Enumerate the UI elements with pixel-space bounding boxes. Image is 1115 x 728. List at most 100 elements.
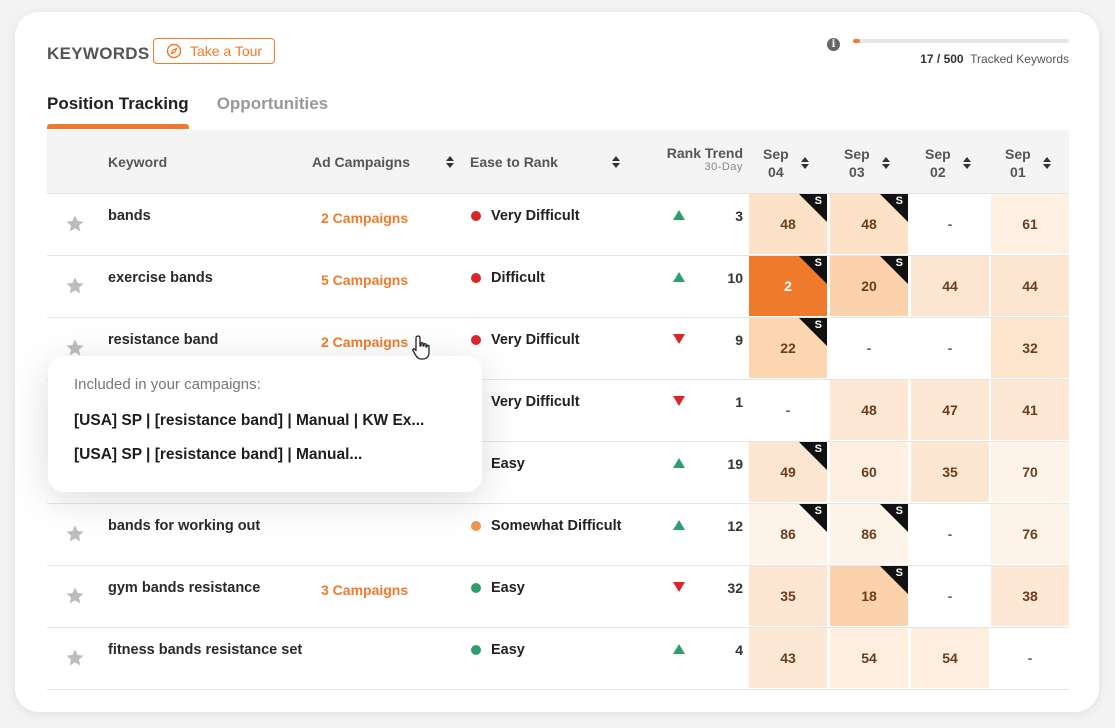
rank-value: 35 bbox=[780, 588, 796, 604]
ease-dot-icon bbox=[471, 335, 481, 345]
rank-cell[interactable]: 70 bbox=[991, 442, 1069, 502]
rank-value: 76 bbox=[1022, 526, 1038, 542]
rank-value: 2 bbox=[784, 278, 792, 294]
sponsored-badge bbox=[880, 504, 908, 532]
trend-value: 19 bbox=[727, 456, 743, 472]
rank-cell[interactable]: - bbox=[911, 504, 989, 564]
rank-value: - bbox=[785, 402, 791, 418]
rank-cell[interactable]: 32 bbox=[991, 318, 1069, 378]
rank-cell[interactable]: 44 bbox=[911, 256, 989, 316]
sort-icon[interactable] bbox=[611, 156, 620, 168]
rank-trend-sub-label: 30-Day bbox=[704, 161, 743, 173]
rank-cell[interactable]: 54 bbox=[911, 628, 989, 688]
sort-icon[interactable] bbox=[800, 157, 809, 169]
table-row[interactable]: gym bands resistance 3 Campaigns Easy 32 35 1… bbox=[47, 566, 1069, 628]
table-row[interactable]: exercise bands 5 Campaigns Difficult 10 2 S 20… bbox=[47, 256, 1069, 318]
table-row[interactable]: fitness bands resistance set Easy 4 43 54 54 - bbox=[47, 628, 1069, 690]
star-icon[interactable] bbox=[65, 338, 85, 358]
star-icon[interactable] bbox=[65, 276, 85, 296]
rank-cell[interactable]: 48 S bbox=[749, 194, 827, 254]
take-a-tour-label: Take a Tour bbox=[189, 43, 263, 59]
table-row[interactable]: bands 2 Campaigns Very Difficult 3 48 S 48 S - 61 bbox=[47, 194, 1069, 256]
trend-up-icon bbox=[673, 272, 685, 282]
star-icon[interactable] bbox=[65, 214, 85, 234]
campaigns-link[interactable]: 2 Campaigns bbox=[321, 210, 408, 226]
rank-value: 44 bbox=[942, 278, 958, 294]
ad-campaigns-column-header[interactable]: Ad Campaigns bbox=[312, 154, 455, 170]
rank-cell[interactable]: 86 S bbox=[830, 504, 908, 564]
rank-cell[interactable]: - bbox=[830, 318, 908, 378]
rank-cell[interactable]: 20 S bbox=[830, 256, 908, 316]
tracked-count-label: Tracked Keywords bbox=[970, 52, 1069, 66]
date-column-header[interactable]: Sep 02 bbox=[925, 145, 971, 181]
trend-value: 3 bbox=[735, 208, 743, 224]
rank-cell[interactable]: 60 bbox=[830, 442, 908, 502]
table-row[interactable]: bands for working out Somewhat Difficult 1… bbox=[47, 504, 1069, 566]
sponsored-badge-letter: S bbox=[895, 567, 903, 579]
rank-cell[interactable]: 43 bbox=[749, 628, 827, 688]
rank-cell[interactable]: 2S bbox=[749, 256, 827, 316]
ease-column-header[interactable]: Ease to Rank bbox=[470, 154, 620, 170]
info-icon[interactable]: i bbox=[827, 38, 840, 51]
star-icon[interactable] bbox=[65, 586, 85, 606]
trend-value: 32 bbox=[727, 580, 743, 596]
ease-label: Difficult bbox=[491, 270, 545, 286]
campaigns-link[interactable]: 2 Campaigns bbox=[321, 334, 408, 350]
trend-up-icon bbox=[673, 520, 685, 530]
campaigns-link[interactable]: 3 Campaigns bbox=[321, 582, 408, 598]
rank-value: 48 bbox=[780, 216, 796, 232]
sponsored-badge bbox=[799, 194, 827, 222]
rank-cell[interactable]: 48 S bbox=[830, 194, 908, 254]
rank-cell[interactable]: 49 S bbox=[749, 442, 827, 502]
take-a-tour-button[interactable]: Take a Tour bbox=[153, 38, 275, 64]
rank-cell[interactable]: 44 bbox=[991, 256, 1069, 316]
date-column-header[interactable]: Sep 03 bbox=[844, 145, 890, 181]
sort-icon[interactable] bbox=[446, 156, 455, 168]
keyword-text: resistance band bbox=[108, 332, 219, 348]
sponsored-badge bbox=[880, 566, 908, 594]
rank-cell[interactable]: - bbox=[911, 194, 989, 254]
rank-cell[interactable]: 86 S bbox=[749, 504, 827, 564]
date-day: 01 bbox=[1010, 164, 1026, 180]
sponsored-badge bbox=[799, 504, 827, 532]
tracked-progress-bar bbox=[853, 39, 1069, 43]
trend-value: 12 bbox=[727, 518, 743, 534]
sort-icon[interactable] bbox=[962, 157, 971, 169]
sponsored-badge bbox=[880, 256, 908, 284]
ease-dot-icon bbox=[471, 211, 481, 221]
ease-to-rank: Somewhat Difficult bbox=[471, 518, 622, 534]
rank-cell[interactable]: - bbox=[911, 318, 989, 378]
trend-up-icon bbox=[673, 458, 685, 468]
rank-cell[interactable]: 18 S bbox=[830, 566, 908, 626]
keyword-text: bands for working out bbox=[108, 518, 261, 534]
rank-cell[interactable]: - bbox=[991, 628, 1069, 688]
rank-cell[interactable]: 22 S bbox=[749, 318, 827, 378]
tooltip-campaign-item[interactable]: [USA] SP | [resistance band] | Manual | … bbox=[74, 412, 424, 430]
date-column-header[interactable]: Sep 01 bbox=[1005, 145, 1051, 181]
sponsored-badge bbox=[799, 256, 827, 284]
tab-opportunities[interactable]: Opportunities bbox=[217, 94, 328, 126]
campaigns-link[interactable]: 5 Campaigns bbox=[321, 272, 408, 288]
star-icon[interactable] bbox=[65, 648, 85, 668]
rank-cell[interactable]: 48 bbox=[830, 380, 908, 440]
rank-cell[interactable]: 61 bbox=[991, 194, 1069, 254]
rank-cell[interactable]: - bbox=[749, 380, 827, 440]
tooltip-campaign-item[interactable]: [USA] SP | [resistance band] | Manual... bbox=[74, 446, 362, 464]
keyword-text: bands bbox=[108, 208, 151, 224]
star-icon[interactable] bbox=[65, 524, 85, 544]
rank-cell[interactable]: 35 bbox=[911, 442, 989, 502]
rank-cell[interactable]: 38 bbox=[991, 566, 1069, 626]
rank-cell[interactable]: 41 bbox=[991, 380, 1069, 440]
sort-icon[interactable] bbox=[1042, 157, 1051, 169]
rank-cell[interactable]: 76 bbox=[991, 504, 1069, 564]
sort-icon[interactable] bbox=[881, 157, 890, 169]
rank-cell[interactable]: - bbox=[911, 566, 989, 626]
rank-cell[interactable]: 54 bbox=[830, 628, 908, 688]
date-column-header[interactable]: Sep 04 bbox=[763, 145, 809, 181]
trend-down-icon bbox=[673, 396, 685, 406]
rank-cell[interactable]: 47 bbox=[911, 380, 989, 440]
tab-position-tracking[interactable]: Position Tracking bbox=[47, 94, 189, 129]
rank-value: 43 bbox=[780, 650, 796, 666]
rank-cell[interactable]: 35 bbox=[749, 566, 827, 626]
sponsored-badge-letter: S bbox=[814, 443, 822, 455]
